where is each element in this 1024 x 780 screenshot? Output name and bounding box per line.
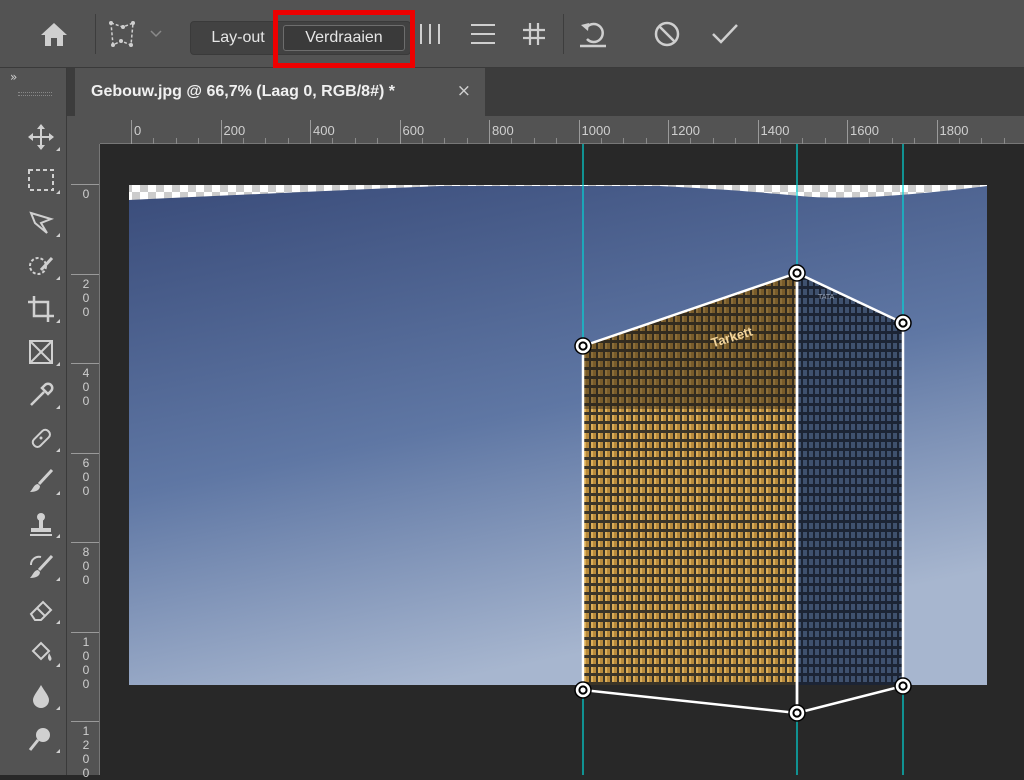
ruler-label: 800 [492,123,514,138]
ruler-label: 600 [82,455,90,498]
separator [563,14,564,54]
tools-panel: » [0,68,67,775]
ruler-label: 1200 [82,724,90,780]
marquee-tool-icon[interactable] [22,163,60,197]
chevron-down-icon[interactable] [146,18,166,50]
document-tab[interactable]: Gebouw.jpg @ 66,7% (Laag 0, RGB/8#) * × [75,68,485,116]
ruler-corner [67,116,100,144]
ruler-label: 1600 [850,123,879,138]
quick-selection-tool-icon[interactable] [22,249,60,283]
ruler-tick [71,542,99,543]
vertical-ruler[interactable]: 0 200 400 600 800 1000 1200 [67,144,100,780]
ruler-label: 1800 [939,123,969,138]
history-brush-tool-icon[interactable] [22,550,60,584]
warp-pin[interactable] [788,264,806,282]
ruler-label: 400 [82,366,90,408]
ruler-label: 600 [402,123,425,138]
undo-icon[interactable] [577,18,609,50]
warp-pin[interactable] [788,704,806,722]
ruler-label: 200 [82,276,90,319]
ruler-tick [847,120,848,144]
clone-stamp-tool-icon[interactable] [22,507,60,541]
ruler-tick [757,120,759,144]
ruler-tick [220,120,222,144]
grid-hash-icon[interactable] [518,18,550,50]
ruler-label: 800 [82,545,90,587]
horizontal-ruler[interactable]: 0 200 400 600 800 1000 1200 1400 1600 1800 [100,116,1024,144]
highlight-box [273,10,415,68]
dodge-tool-icon[interactable] [22,722,60,756]
ruler-tick [71,184,99,185]
home-icon[interactable] [38,18,70,50]
vertical-lines-icon[interactable] [414,18,446,50]
ruler-tick [489,120,490,144]
options-bar: Lay-out Verdraaien [0,0,1024,68]
collapse-panel-button[interactable]: » [10,70,17,84]
perspective-warp-icon[interactable] [106,18,138,50]
warp-pin[interactable] [894,314,912,332]
ruler-tick [399,120,401,144]
ruler-tick [71,721,99,722]
warp-pin[interactable] [574,681,592,699]
ruler-tick [310,120,311,144]
blur-tool-icon[interactable] [22,679,60,713]
healing-brush-tool-icon[interactable] [22,421,60,455]
brush-tool-icon[interactable] [22,464,60,498]
document-tab-bar: Gebouw.jpg @ 66,7% (Laag 0, RGB/8#) * × [67,68,1024,116]
panel-grip[interactable] [18,92,52,96]
ruler-tick [71,363,99,364]
ruler-tick [71,452,99,454]
layout-mode-button[interactable]: Lay-out [197,25,279,51]
ruler-tick [71,631,99,633]
ruler-label: 1200 [671,123,700,138]
ruler-tick [71,273,99,275]
cancel-icon[interactable] [651,18,683,50]
ruler-label: 0 [82,187,90,201]
lasso-tool-icon[interactable] [22,206,60,240]
ruler-label: 400 [313,123,335,138]
document-image: Tarkett TATA [129,144,987,775]
ruler-label: 0 [134,123,142,138]
ruler-tick [131,120,132,144]
ruler-tick [668,120,669,144]
warp-pin[interactable] [574,337,592,355]
checkmark-icon[interactable] [709,18,741,50]
move-tool-icon[interactable] [22,120,60,154]
paint-bucket-tool-icon[interactable] [22,636,60,670]
eyedropper-tool-icon[interactable] [22,378,60,412]
building-right-facade [797,273,903,685]
ruler-label: 1000 [82,634,90,691]
ruler-label: 1000 [581,123,611,138]
eraser-tool-icon[interactable] [22,593,60,627]
frame-tool-icon[interactable] [22,335,60,369]
canvas-area[interactable]: Tarkett TATA [100,144,1024,775]
horizontal-lines-icon[interactable] [467,18,499,50]
ruler-label: 1400 [760,123,790,138]
ruler-tick [936,120,938,144]
ruler-tick [578,120,580,144]
separator [95,14,96,54]
crop-tool-icon[interactable] [22,292,60,326]
close-icon[interactable]: × [457,81,471,101]
building-side-sign: TATA [818,294,835,301]
document-tab-title: Gebouw.jpg @ 66,7% (Laag 0, RGB/8#) * [91,83,395,100]
warp-pin[interactable] [894,677,912,695]
ruler-label: 200 [223,123,246,138]
